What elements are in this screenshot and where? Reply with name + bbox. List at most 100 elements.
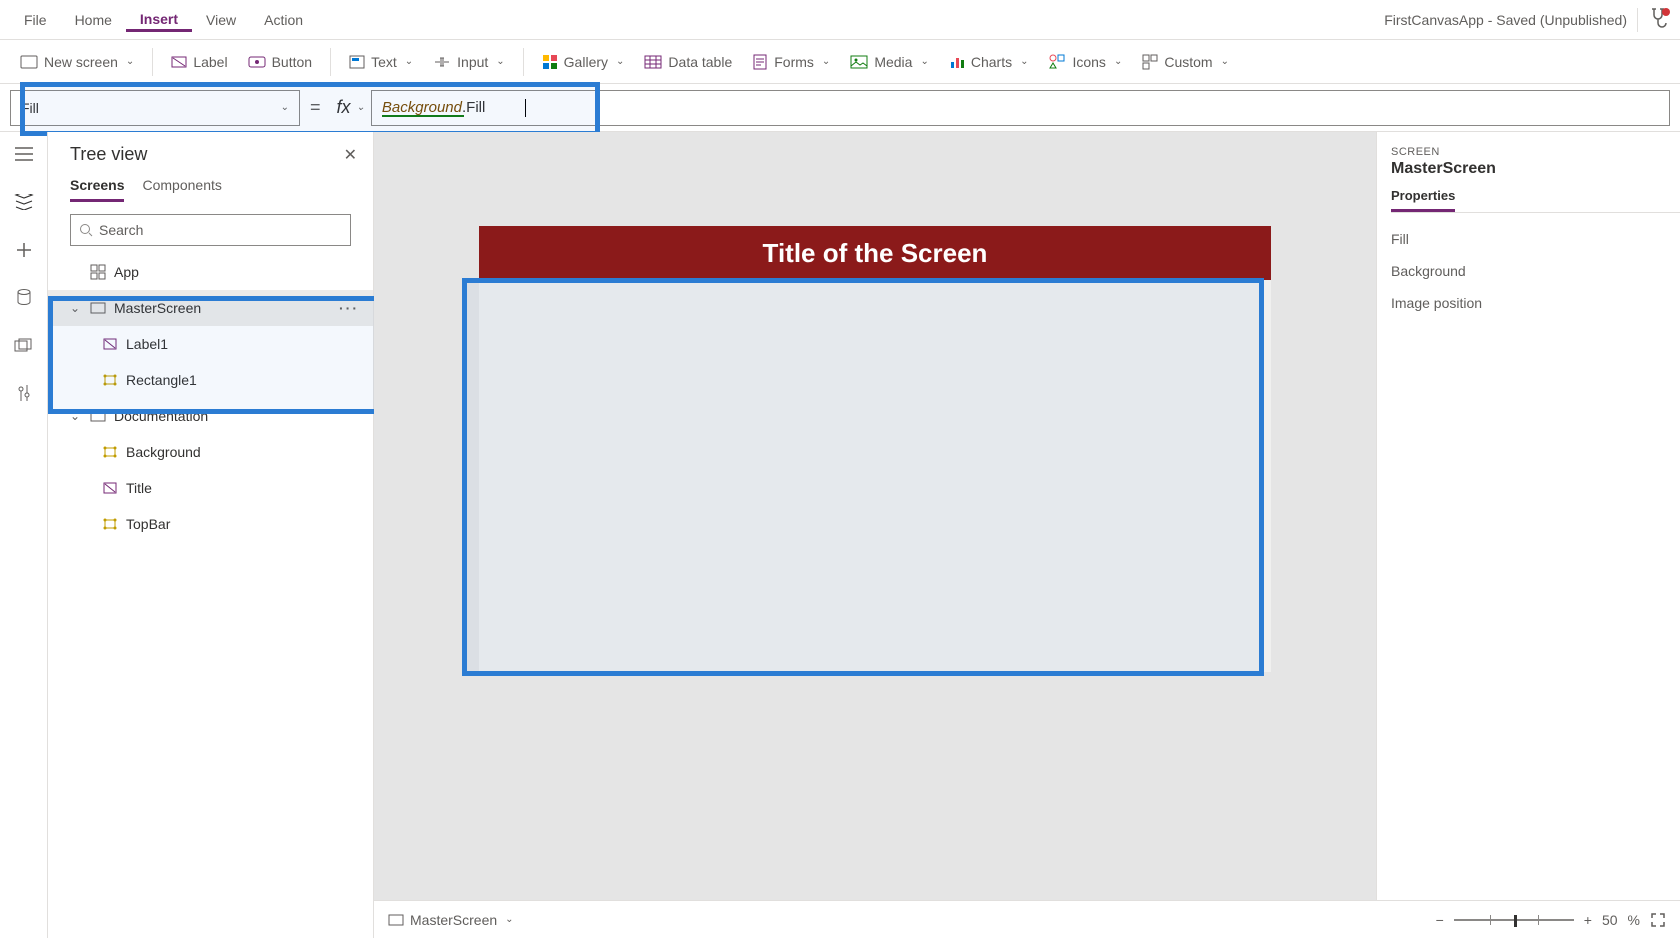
- tree-item-background[interactable]: Background: [48, 434, 373, 470]
- rectangle-icon: [102, 372, 118, 388]
- tree-item-label: Background: [126, 444, 201, 460]
- insert-label-button[interactable]: Label: [163, 50, 235, 74]
- zoom-out-button[interactable]: −: [1436, 912, 1444, 928]
- menu-bar: File Home Insert View Action FirstCanvas…: [0, 0, 1680, 40]
- menu-view[interactable]: View: [192, 8, 250, 32]
- zoom-in-button[interactable]: +: [1584, 912, 1592, 928]
- chevron-down-icon: ⌄: [496, 56, 504, 67]
- insert-charts-button[interactable]: Charts ⌄: [941, 50, 1037, 74]
- zoom-slider[interactable]: [1454, 913, 1574, 927]
- insert-forms-button[interactable]: Forms ⌄: [744, 50, 838, 74]
- chevron-down-icon[interactable]: ⌄: [505, 914, 513, 925]
- tree-search-input[interactable]: Search: [70, 214, 351, 246]
- tab-properties[interactable]: Properties: [1391, 188, 1455, 212]
- insert-custom-button[interactable]: Custom ⌄: [1134, 50, 1237, 74]
- formula-input[interactable]: Background.Fill: [371, 90, 1670, 126]
- screen-body[interactable]: [479, 280, 1271, 672]
- screen-icon: [388, 914, 404, 926]
- property-row-fill[interactable]: Fill: [1391, 223, 1680, 255]
- equals-sign: =: [310, 97, 321, 118]
- screen-title-text: Title of the Screen: [763, 238, 988, 269]
- property-selector-value: Fill: [21, 100, 39, 116]
- label-icon: [102, 336, 118, 352]
- menu-action[interactable]: Action: [250, 8, 317, 32]
- tree-item-label: Label1: [126, 336, 168, 352]
- insert-icons-button[interactable]: Icons ⌄: [1040, 50, 1130, 74]
- tree-item-title[interactable]: Title: [48, 470, 373, 506]
- fit-to-screen-icon[interactable]: [1650, 912, 1666, 928]
- tree-item-app[interactable]: App: [48, 254, 373, 290]
- tab-components[interactable]: Components: [142, 177, 221, 202]
- close-icon[interactable]: ✕: [344, 145, 357, 165]
- chevron-down-icon: ⌄: [126, 56, 134, 67]
- tree-view-title: Tree view: [70, 144, 147, 165]
- chevron-down-icon: ⌄: [920, 56, 928, 67]
- tree-item-label1[interactable]: Label1: [48, 326, 373, 362]
- tree-list: App ⌄ MasterScreen ··· Label1 Rectangle1…: [48, 254, 373, 542]
- chevron-down-icon: ⌄: [1221, 56, 1229, 67]
- insert-text-button[interactable]: Text ⌄: [341, 50, 421, 74]
- property-selector[interactable]: Fill ⌄: [10, 90, 300, 126]
- app-checker-icon[interactable]: [1648, 7, 1670, 32]
- chevron-down-icon: ⌄: [405, 56, 413, 67]
- properties-section-label: SCREEN: [1391, 146, 1680, 158]
- intellisense-underline: [382, 115, 464, 117]
- app-icon: [90, 264, 106, 280]
- insert-input-label: Input: [457, 54, 488, 70]
- canvas-area[interactable]: Title of the Screen: [374, 132, 1376, 900]
- left-rail: [0, 132, 48, 938]
- separator: [152, 48, 153, 76]
- menu-file[interactable]: File: [10, 8, 61, 32]
- canvas-screen[interactable]: Title of the Screen: [479, 226, 1271, 672]
- property-row-background[interactable]: Background: [1391, 255, 1680, 287]
- formula-token-property: Fill: [466, 99, 485, 116]
- label-icon: [102, 480, 118, 496]
- tree-item-label: Title: [126, 480, 152, 496]
- tree-view-icon[interactable]: [12, 190, 36, 214]
- search-icon: [79, 223, 93, 237]
- fx-button[interactable]: fx ⌄: [331, 97, 371, 118]
- chevron-down-icon[interactable]: ⌄: [70, 409, 82, 423]
- insert-media-label: Media: [874, 54, 912, 70]
- properties-screen-name: MasterScreen: [1391, 160, 1680, 178]
- tree-item-rectangle1[interactable]: Rectangle1: [48, 362, 373, 398]
- chevron-down-icon: ⌄: [357, 102, 365, 113]
- chevron-down-icon: ⌄: [616, 56, 624, 67]
- menu-insert[interactable]: Insert: [126, 7, 192, 32]
- screen-icon: [90, 408, 106, 424]
- more-options-icon[interactable]: ···: [339, 300, 359, 316]
- media-icon[interactable]: [12, 334, 36, 358]
- tree-view-panel: Tree view ✕ Screens Components Search Ap…: [48, 132, 374, 938]
- new-screen-label: New screen: [44, 54, 118, 70]
- formula-bar: Fill ⌄ = fx ⌄ Background.Fill: [0, 84, 1680, 132]
- insert-button-text: Button: [272, 54, 312, 70]
- new-screen-button[interactable]: New screen ⌄: [12, 50, 142, 74]
- insert-plus-icon[interactable]: [12, 238, 36, 262]
- status-screen-name[interactable]: MasterScreen: [410, 912, 497, 928]
- separator: [523, 48, 524, 76]
- tree-item-masterscreen[interactable]: ⌄ MasterScreen ···: [48, 290, 373, 326]
- chevron-down-icon: ⌄: [1114, 56, 1122, 67]
- tree-item-label: MasterScreen: [114, 300, 201, 316]
- screen-title-bar[interactable]: Title of the Screen: [479, 226, 1271, 280]
- insert-input-button[interactable]: Input ⌄: [425, 50, 513, 74]
- properties-panel: SCREEN MasterScreen Properties Fill Back…: [1376, 132, 1680, 900]
- chevron-down-icon: ⌄: [1020, 56, 1028, 67]
- insert-gallery-button[interactable]: Gallery ⌄: [534, 50, 633, 74]
- property-row-imageposition[interactable]: Image position: [1391, 287, 1680, 319]
- chevron-down-icon[interactable]: ⌄: [70, 301, 82, 315]
- data-icon[interactable]: [12, 286, 36, 310]
- tree-item-documentation[interactable]: ⌄ Documentation: [48, 398, 373, 434]
- tree-item-topbar[interactable]: TopBar: [48, 506, 373, 542]
- rectangle-icon: [102, 444, 118, 460]
- advanced-tools-icon[interactable]: [12, 382, 36, 406]
- zoom-unit: %: [1628, 912, 1640, 928]
- insert-media-button[interactable]: Media ⌄: [842, 50, 937, 74]
- insert-datatable-button[interactable]: Data table: [636, 50, 740, 74]
- hamburger-icon[interactable]: [12, 142, 36, 166]
- zoom-thumb[interactable]: [1514, 915, 1517, 927]
- separator: [330, 48, 331, 76]
- insert-button-button[interactable]: Button: [240, 50, 320, 74]
- tab-screens[interactable]: Screens: [70, 177, 124, 202]
- menu-home[interactable]: Home: [61, 8, 126, 32]
